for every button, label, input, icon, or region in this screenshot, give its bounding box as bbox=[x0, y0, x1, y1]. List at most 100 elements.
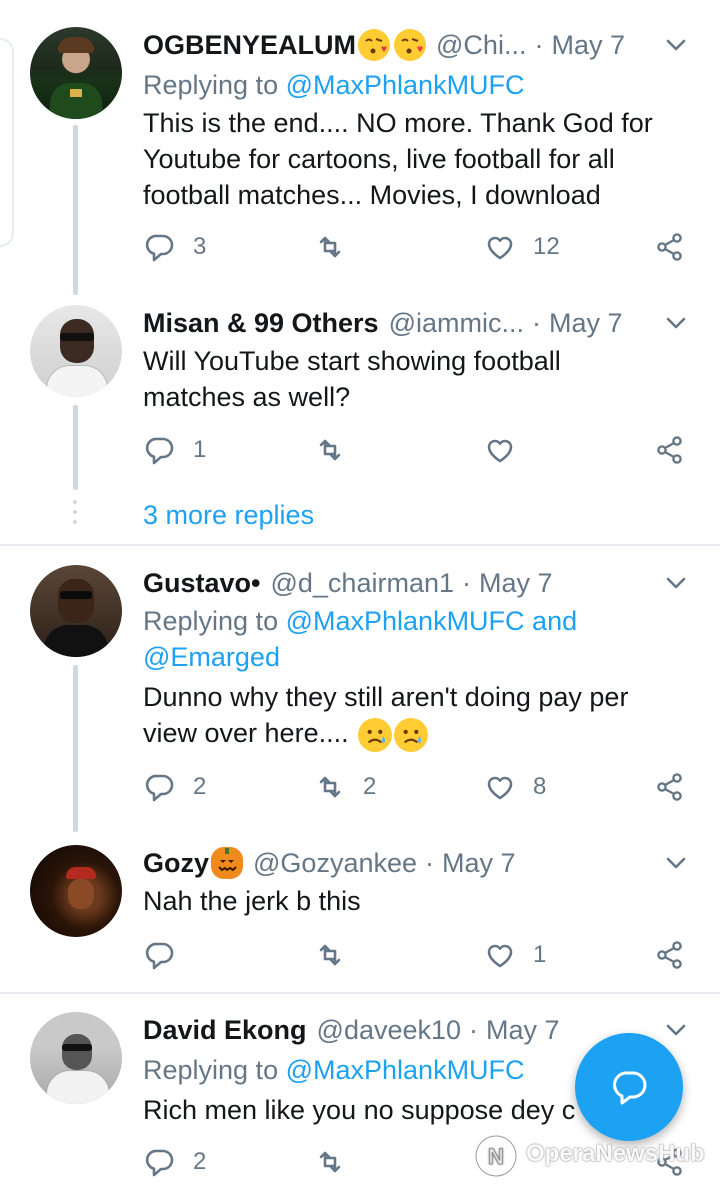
retweet-button[interactable] bbox=[313, 230, 347, 264]
tweet-text: Dunno why they still aren't doing pay pe… bbox=[143, 679, 663, 752]
chevron-down-icon[interactable] bbox=[664, 851, 688, 875]
separator: · bbox=[425, 847, 435, 878]
tweet-gozy[interactable]: Gozy @Gozyankee · May 7 Nah the jerk b t… bbox=[0, 843, 720, 983]
mention-link[interactable]: @MaxPhlankMUFC bbox=[286, 1055, 525, 1085]
retweet-button[interactable] bbox=[313, 433, 347, 467]
chevron-down-icon[interactable] bbox=[664, 311, 688, 335]
kiss-emoji-icon bbox=[358, 29, 391, 61]
mention-link[interactable]: @MaxPhlankMUFC bbox=[286, 606, 525, 636]
reply-count: 1 bbox=[193, 436, 207, 463]
reply-icon bbox=[145, 1149, 174, 1177]
svg-text:N: N bbox=[488, 1144, 504, 1169]
thread-line bbox=[73, 665, 78, 832]
reply-button[interactable]: 1 bbox=[143, 433, 206, 467]
retweet-icon bbox=[319, 236, 341, 258]
tweet-gustavo[interactable]: Gustavo • @d_chairman1 · May 7 Replying … bbox=[0, 563, 720, 833]
tweet-header: Misan & 99 Others @iammic... · May 7 bbox=[143, 303, 623, 343]
handle[interactable]: @iammic... bbox=[389, 308, 524, 339]
avatar[interactable] bbox=[30, 1012, 122, 1104]
separator: · bbox=[532, 307, 541, 338]
like-button[interactable]: 8 bbox=[483, 770, 546, 804]
tweet-text: Will YouTube start showing football matc… bbox=[143, 346, 561, 412]
separator: · bbox=[462, 567, 471, 598]
share-button[interactable] bbox=[653, 433, 687, 467]
avatar[interactable] bbox=[30, 845, 122, 937]
reply-button[interactable]: 3 bbox=[143, 230, 206, 264]
timestamp[interactable]: May 7 bbox=[442, 848, 516, 879]
mention-and: and bbox=[524, 606, 578, 636]
tweet-ogbenyealum[interactable]: OGBENYEALUM @Chi... · May 7 Replying to … bbox=[0, 25, 720, 297]
chevron-down-icon[interactable] bbox=[664, 1018, 688, 1042]
reply-button[interactable]: 2 bbox=[143, 770, 206, 804]
display-name[interactable]: Gozy bbox=[143, 848, 209, 879]
replying-to-label: Replying to bbox=[143, 606, 286, 636]
like-button[interactable]: 1 bbox=[483, 938, 546, 972]
share-button[interactable] bbox=[653, 230, 687, 264]
like-button[interactable] bbox=[483, 433, 517, 467]
retweet-button[interactable] bbox=[313, 1145, 347, 1179]
retweet-button[interactable]: 2 bbox=[313, 770, 376, 804]
reply-count: 2 bbox=[193, 1148, 207, 1175]
retweet-button[interactable] bbox=[313, 938, 347, 972]
retweet-icon bbox=[319, 1151, 341, 1173]
reply-icon bbox=[145, 774, 174, 802]
handle[interactable]: @Chi... bbox=[436, 30, 526, 61]
tweet-header: David Ekong @daveek10 · May 7 bbox=[143, 1010, 560, 1050]
like-icon bbox=[487, 776, 513, 800]
reply-button[interactable]: 2 bbox=[143, 1145, 206, 1179]
avatar[interactable] bbox=[30, 565, 122, 657]
handle[interactable]: @daveek10 bbox=[317, 1015, 462, 1046]
handle[interactable]: @Gozyankee bbox=[253, 848, 417, 879]
avatar[interactable] bbox=[30, 27, 122, 119]
mention-link-2[interactable]: @Emarged bbox=[143, 642, 280, 672]
watermark-text: OperaNewsHub bbox=[526, 1140, 705, 1167]
chevron-down-icon[interactable] bbox=[664, 571, 688, 595]
display-name[interactable]: David Ekong bbox=[143, 1015, 307, 1046]
chevron-down-icon[interactable] bbox=[664, 33, 688, 57]
replying-to-label: Replying to bbox=[143, 70, 286, 100]
like-count: 1 bbox=[533, 941, 547, 968]
share-icon bbox=[657, 436, 682, 464]
reply-count: 3 bbox=[193, 233, 207, 260]
tweet-misan[interactable]: Misan & 99 Others @iammic... · May 7 Wil… bbox=[0, 303, 720, 490]
share-button[interactable] bbox=[653, 770, 687, 804]
thread-dots bbox=[73, 500, 78, 530]
mention-link[interactable]: @MaxPhlankMUFC bbox=[286, 70, 525, 100]
display-name[interactable]: Misan & 99 Others bbox=[143, 308, 379, 339]
display-name[interactable]: Gustavo bbox=[143, 568, 251, 599]
handle[interactable]: @d_chairman1 bbox=[270, 568, 454, 599]
display-name[interactable]: OGBENYEALUM bbox=[143, 30, 356, 61]
reply-icon bbox=[145, 234, 174, 262]
tweet-header: Gustavo • @d_chairman1 · May 7 bbox=[143, 563, 553, 603]
retweet-icon bbox=[319, 776, 341, 798]
replying-to-label: Replying to bbox=[143, 1055, 286, 1085]
separator: · bbox=[469, 1014, 479, 1045]
share-icon bbox=[657, 773, 682, 801]
tweet-actions: 2 2 8 bbox=[143, 770, 698, 810]
reply-icon bbox=[145, 942, 174, 970]
compose-reply-icon bbox=[613, 1071, 647, 1105]
sad-emoji-icon bbox=[358, 717, 393, 752]
timestamp[interactable]: May 7 bbox=[551, 30, 625, 61]
share-button[interactable] bbox=[653, 938, 687, 972]
replying-to: Replying to @MaxPhlankMUFC and @Emarged bbox=[143, 603, 623, 675]
tweet-actions: 1 bbox=[143, 938, 698, 978]
share-icon bbox=[657, 941, 682, 969]
thread-line bbox=[73, 405, 78, 490]
reply-count: 2 bbox=[193, 773, 207, 800]
tweet-actions: 3 12 bbox=[143, 230, 698, 270]
reply-button[interactable] bbox=[143, 938, 177, 972]
more-replies-link[interactable]: 3 more replies bbox=[143, 500, 314, 531]
timestamp[interactable]: May 7 bbox=[479, 568, 553, 599]
tweet-text: Nah the jerk b this bbox=[143, 886, 361, 916]
tweet-actions: 1 bbox=[143, 433, 698, 473]
retweet-icon bbox=[319, 439, 341, 461]
avatar[interactable] bbox=[30, 305, 122, 397]
tweet-header: OGBENYEALUM @Chi... · May 7 bbox=[143, 25, 625, 65]
timestamp[interactable]: May 7 bbox=[486, 1015, 560, 1046]
like-button[interactable]: 12 bbox=[483, 230, 560, 264]
timestamp[interactable]: May 7 bbox=[549, 308, 623, 339]
replying-to: Replying to @MaxPhlankMUFC bbox=[143, 67, 525, 103]
thread-line bbox=[73, 125, 78, 295]
like-count: 12 bbox=[533, 233, 560, 260]
